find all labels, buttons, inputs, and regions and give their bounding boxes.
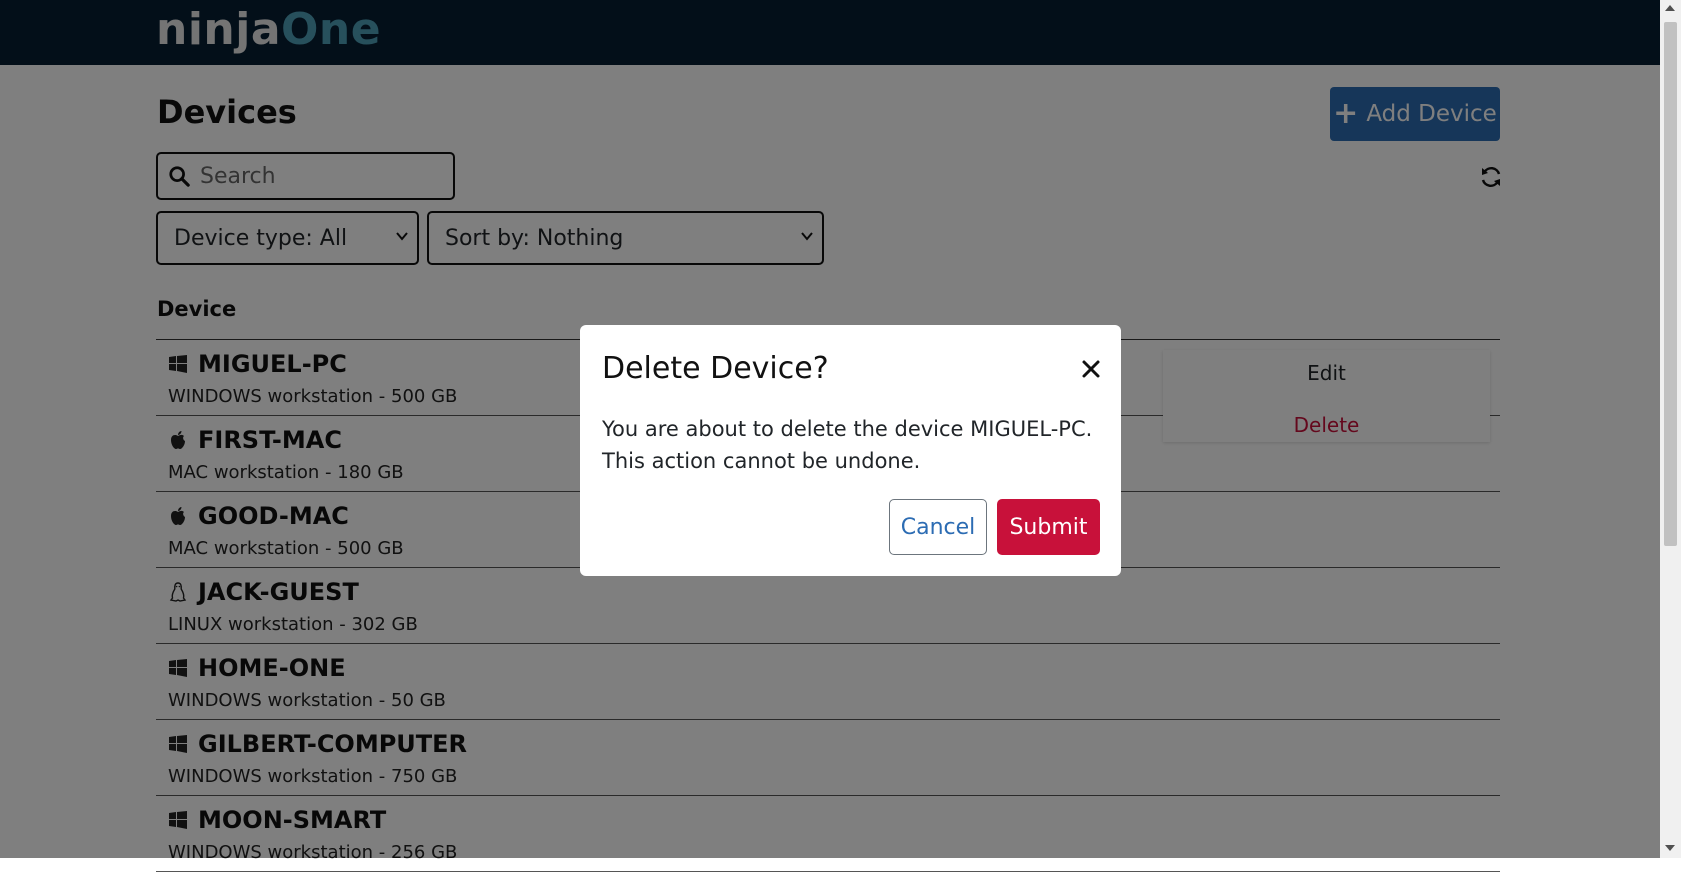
- submit-button[interactable]: Submit: [997, 499, 1100, 555]
- scroll-up-arrow-icon[interactable]: [1665, 5, 1675, 11]
- modal-message: You are about to delete the device MIGUE…: [602, 417, 1093, 473]
- cancel-button[interactable]: Cancel: [889, 499, 987, 555]
- modal-title: Delete Device?: [602, 351, 829, 386]
- delete-device-modal: Delete Device? You are about to delete t…: [580, 325, 1121, 576]
- scrollbar-thumb[interactable]: [1664, 22, 1677, 546]
- close-icon[interactable]: [1080, 358, 1102, 380]
- scroll-down-arrow-icon[interactable]: [1665, 845, 1675, 851]
- vertical-scrollbar[interactable]: [1660, 0, 1681, 858]
